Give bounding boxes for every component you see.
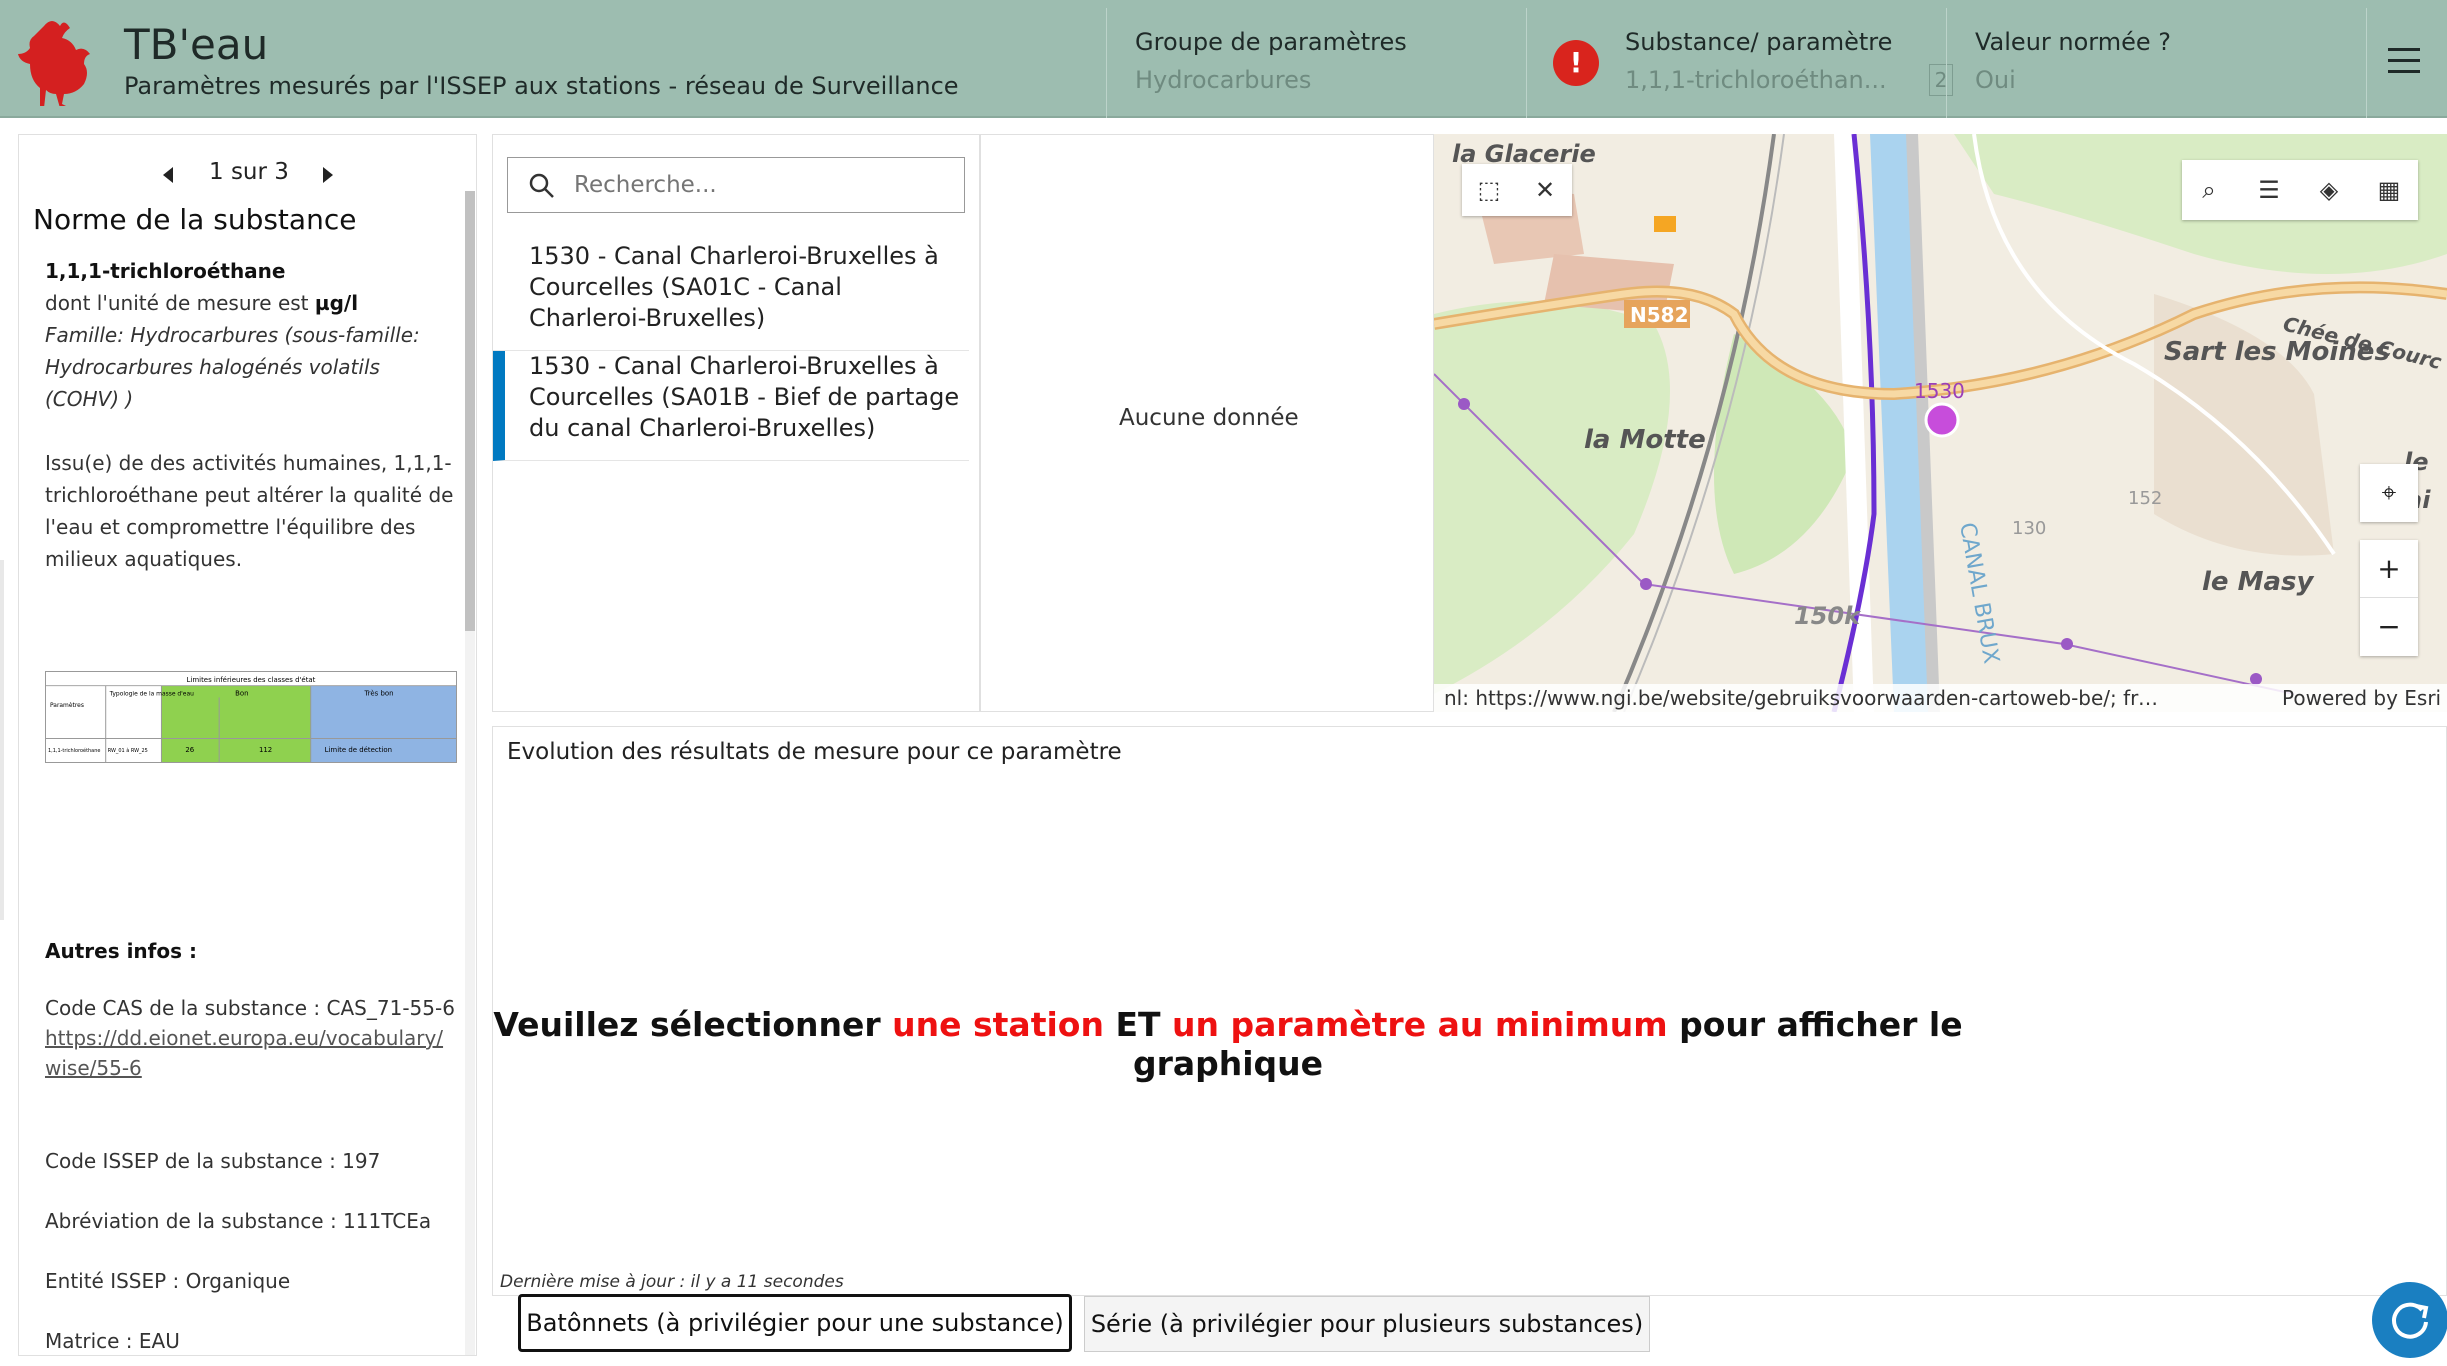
map-label-la-motte: la Motte [1584,425,1706,455]
abbreviation: Abréviation de la substance : 111TCEa [45,1209,432,1233]
chart-title: Evolution des résultats de mesure pour c… [507,739,1122,765]
table-cell-cma: 112 [259,746,272,754]
table-caption: Limites inférieures des classes d'état [187,676,316,684]
msg-part-1: Veuillez sélectionner [493,1005,893,1044]
table-cell-typology: RW_01 à RW_25 [108,747,148,754]
map-label-130: 130 [2012,518,2046,539]
table-cell-moyenne: 26 [185,746,194,754]
zoom-out-icon[interactable]: − [2360,598,2418,656]
zoom-control: + − [2360,540,2418,656]
parameter-group-label: Groupe de paramètres [1135,28,1407,56]
pager-text: 1 sur 3 [209,159,289,185]
alert-icon: ! [1553,40,1599,86]
normed-value-value: Oui [1975,66,2016,94]
series-chart-button[interactable]: Série (à privilégier pour plusieurs subs… [1084,1296,1650,1352]
substance-selector[interactable]: ! Substance/ paramètre 1,1,1-trichloroét… [1526,8,1953,118]
close-icon[interactable]: ✕ [1518,162,1572,218]
msg-station: une station [892,1005,1104,1044]
map-widget-toolbar: ⌕ ☰ ◈ ▦ [2182,160,2418,220]
hamburger-menu-icon[interactable] [2388,48,2420,73]
refresh-button[interactable] [2372,1282,2447,1358]
zoom-in-icon[interactable]: + [2360,540,2418,598]
norm-heading: Norme de la substance [33,203,357,236]
parameter-group-value: Hydrocarbures [1135,66,1312,94]
attribution-text[interactable]: nl: https://www.ngi.be/website/gebruiksv… [1444,686,2164,710]
search-icon [529,173,554,198]
station-details-panel: Aucune donnée [980,134,1434,712]
basemap-gallery-icon[interactable]: ▦ [2362,162,2416,218]
chart-placeholder-message: Veuillez sélectionner une station ET un … [493,1005,1963,1083]
other-info-heading: Autres infos : [45,939,197,963]
map-search-icon[interactable]: ⌕ [2182,162,2236,218]
matrix: Matrice : EAU [45,1329,180,1353]
refresh-icon [2392,1302,2429,1339]
legend-list-icon[interactable]: ☰ [2242,162,2296,218]
rooster-logo-icon [18,21,90,106]
table-cell-limit: Limite de détection [325,746,392,754]
app-subtitle: Paramètres mesurés par l'ISSEP aux stati… [124,72,959,100]
map-select-tools: ⬚ ✕ [1462,164,1572,216]
search-box[interactable] [507,157,965,213]
map-attribution: nl: https://www.ngi.be/website/gebruiksv… [1434,684,2447,712]
panel-edge [0,560,4,920]
table-header-typology: Typologie de la masse d'eau [109,692,194,698]
table-header-bon: Bon [235,690,248,698]
msg-part-2: ET [1103,1005,1172,1044]
substance-name: 1,1,1-trichloroéthane [45,259,286,283]
map-label-150k: 150k [1794,602,1862,630]
map-view[interactable]: la Glacerie N582 la Motte 1530 Sart les … [1434,134,2447,712]
pager: 1 sur 3 [19,147,476,187]
table-header-param: Paramètres [50,702,84,709]
normed-value-selector[interactable]: Valeur normée ? Oui [1946,8,2366,118]
table-cell-param: 1,1,1-trichloroéthane [48,747,100,754]
cas-info: Code CAS de la substance : CAS_71-55-6 h… [45,993,455,1083]
table-header-tres-bon: Très bon [363,690,393,698]
station-item[interactable]: 1530 - Canal Charleroi-Bruxelles à Courc… [493,241,969,351]
locate-icon[interactable]: ⌖ [2360,464,2418,522]
chart-panel: Evolution des résultats de mesure pour c… [492,726,2447,1296]
map-label-road: N582 [1630,303,1689,327]
map-label-le-masy: le Masy [2202,567,2314,597]
normed-value-label: Valeur normée ? [1975,28,2172,56]
next-page-icon[interactable] [323,167,333,183]
powered-by-esri[interactable]: Powered by Esri [2282,686,2441,710]
family-text: Famille: Hydrocarbures (sous-famille: Hy… [45,323,420,411]
select-area-icon[interactable]: ⬚ [1462,162,1516,218]
substance-value: 1,1,1-trichloroéthan... [1625,66,1887,94]
map-label-station: 1530 [1914,379,1965,403]
no-data-text: Aucune donnée [1119,405,1299,431]
substance-norm-panel: 1 sur 3 Norme de la substance 1,1,1-tric… [18,134,477,1356]
station-list-panel: 1530 - Canal Charleroi-Bruxelles à Courc… [492,134,980,712]
msg-parameter: un paramètre au minimum [1171,1005,1668,1044]
substance-label: Substance/ paramètre [1625,28,1893,56]
unit-prefix: dont l'unité de mesure est [45,291,309,315]
scrollbar-thumb[interactable] [465,191,475,631]
search-input[interactable] [574,168,954,202]
parameter-group-selector[interactable]: Groupe de paramètres Hydrocarbures [1106,8,1526,118]
layers-icon[interactable]: ◈ [2302,162,2356,218]
description-text: Issu(e) de des activités humaines, 1,1,1… [45,451,454,571]
map-label-152: 152 [2128,488,2162,509]
issep-code: Code ISSEP de la substance : 197 [45,1149,381,1173]
substance-info: 1,1,1-trichloroéthane dont l'unité de me… [45,255,455,415]
app-title: TB'eau [124,20,269,69]
norm-table-image: Limites inférieures des classes d'état P… [45,671,457,763]
app-header: TB'eau Paramètres mesurés par l'ISSEP au… [0,0,2447,118]
last-update-text: Dernière mise à jour : il y a 11 seconde… [500,1272,844,1292]
station-item-selected[interactable]: 1530 - Canal Charleroi-Bruxelles à Courc… [493,351,969,461]
cas-code: Code CAS de la substance : CAS_71-55-6 [45,996,455,1020]
issep-entity: Entité ISSEP : Organique [45,1269,291,1293]
previous-page-icon[interactable] [163,167,173,183]
cas-link[interactable]: https://dd.eionet.europa.eu/vocabulary/w… [45,1026,443,1080]
unit-value: µg/l [314,291,359,315]
map-canvas[interactable]: la Glacerie N582 la Motte 1530 Sart les … [1434,134,2447,712]
bar-chart-button[interactable]: Batônnets (à privilégier pour une substa… [518,1294,1072,1352]
